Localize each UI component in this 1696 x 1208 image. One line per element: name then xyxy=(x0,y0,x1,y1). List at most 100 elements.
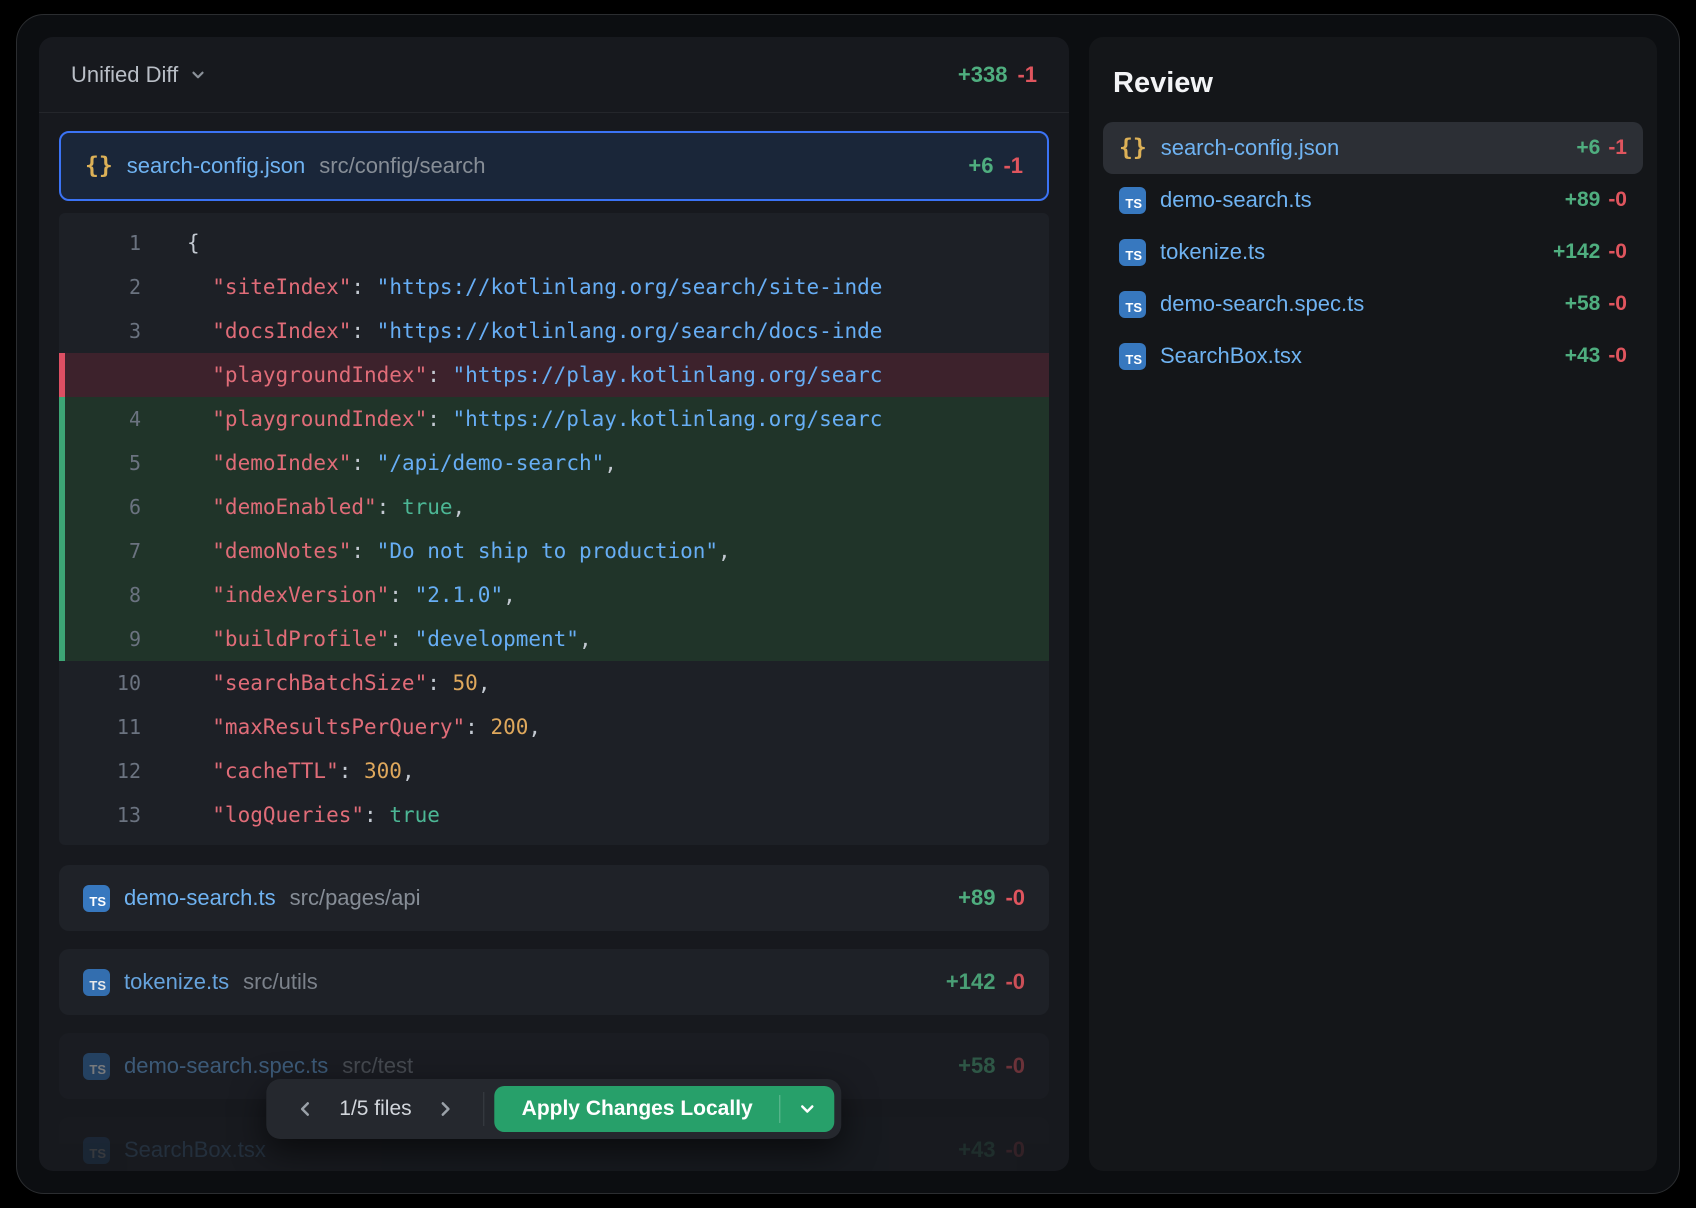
code-text: "buildProfile": "development", xyxy=(187,627,1049,651)
diff-body: {} search-config.json src/config/search … xyxy=(39,113,1069,1171)
file-diff-stats: +58-0 xyxy=(1565,292,1627,316)
code-text: "searchBatchSize": 50, xyxy=(187,671,1049,695)
code-text: "demoNotes": "Do not ship to production"… xyxy=(187,539,1049,563)
prev-file-button[interactable] xyxy=(283,1087,327,1131)
line-number: 8 xyxy=(59,583,187,607)
file-row[interactable]: TStokenize.tssrc/utils+142-0 xyxy=(59,949,1049,1015)
file-info: TS demo-search.ts xyxy=(1119,187,1312,214)
code-text: "indexVersion": "2.1.0", xyxy=(187,583,1049,607)
file-info: TSdemo-search.spec.tssrc/test xyxy=(83,1053,413,1080)
line-number: 12 xyxy=(59,759,187,783)
apply-changes-button-group: Apply Changes Locally xyxy=(495,1086,835,1132)
line-number: 7 xyxy=(59,539,187,563)
file-removed: -0 xyxy=(1608,240,1627,264)
action-bar-divider xyxy=(484,1092,485,1126)
typescript-icon: TS xyxy=(1119,187,1146,214)
typescript-icon: TS xyxy=(83,1137,110,1164)
code-text: "maxResultsPerQuery": 200, xyxy=(187,715,1049,739)
file-added: +6 xyxy=(968,153,993,179)
file-diff-stats: +43-0 xyxy=(958,1137,1025,1163)
apply-changes-button[interactable]: Apply Changes Locally xyxy=(495,1086,780,1132)
file-removed: -0 xyxy=(1608,344,1627,368)
line-number: 6 xyxy=(59,495,187,519)
code-text: { xyxy=(187,231,1049,255)
total-added: +338 xyxy=(958,62,1008,88)
review-file-list: {}search-config.json+6-1TSdemo-search.ts… xyxy=(1103,122,1643,382)
typescript-icon: TS xyxy=(1119,343,1146,370)
file-removed: -1 xyxy=(1003,153,1023,179)
diff-line: 10 "searchBatchSize": 50, xyxy=(59,661,1049,705)
file-name: SearchBox.tsx xyxy=(1160,343,1302,369)
review-file-item[interactable]: {}search-config.json+6-1 xyxy=(1103,122,1643,174)
diff-line: 12 "cacheTTL": 300, xyxy=(59,749,1049,793)
file-path: src/utils xyxy=(243,969,318,995)
code-text: "siteIndex": "https://kotlinlang.org/sea… xyxy=(187,275,1049,299)
line-number: 10 xyxy=(59,671,187,695)
json-braces-icon: {} xyxy=(85,153,113,179)
diff-line: 13 "logQueries": true xyxy=(59,793,1049,837)
diff-line: 4 "playgroundIndex": "https://play.kotli… xyxy=(59,397,1049,441)
file-diff-stats: +6-1 xyxy=(1576,136,1627,160)
file-name: demo-search.spec.ts xyxy=(124,1053,328,1079)
file-added: +58 xyxy=(958,1053,995,1079)
code-text: "logQueries": true xyxy=(187,803,1049,827)
diff-line: 5 "demoIndex": "/api/demo-search", xyxy=(59,441,1049,485)
file-path: src/config/search xyxy=(319,153,485,179)
file-diff-stats: +58-0 xyxy=(958,1053,1025,1079)
diff-line: 2 "siteIndex": "https://kotlinlang.org/s… xyxy=(59,265,1049,309)
line-number: 1 xyxy=(59,231,187,255)
line-number: 9 xyxy=(59,627,187,651)
file-removed: -0 xyxy=(1005,885,1025,911)
file-name: demo-search.spec.ts xyxy=(1160,291,1364,317)
diff-line: 6 "demoEnabled": true, xyxy=(59,485,1049,529)
diff-line: 1{ xyxy=(59,221,1049,265)
next-file-button[interactable] xyxy=(424,1087,468,1131)
file-diff-stats: +6 -1 xyxy=(968,153,1023,179)
typescript-icon: TS xyxy=(83,969,110,996)
diff-line: 9 "buildProfile": "development", xyxy=(59,617,1049,661)
file-name: search-config.json xyxy=(1161,135,1340,161)
file-added: +6 xyxy=(1576,136,1600,160)
apply-options-dropdown[interactable] xyxy=(781,1086,835,1132)
chevron-left-icon xyxy=(295,1099,315,1119)
file-info: TSdemo-search.tssrc/pages/api xyxy=(83,885,420,912)
total-diff-stats: +338 -1 xyxy=(958,62,1037,88)
file-added: +43 xyxy=(1565,344,1601,368)
file-name: tokenize.ts xyxy=(124,969,229,995)
file-info: TS tokenize.ts src/utils xyxy=(83,969,318,996)
diff-header: Unified Diff +338 -1 xyxy=(39,37,1069,113)
file-info: TS SearchBox.tsx xyxy=(83,1137,266,1164)
file-diff-stats: +89-0 xyxy=(958,885,1025,911)
review-file-item[interactable]: TSdemo-search.ts+89-0 xyxy=(1103,174,1643,226)
review-file-item[interactable]: TS demo-search.spec.ts +58-0 xyxy=(1103,278,1643,330)
file-name: demo-search.ts xyxy=(1160,187,1312,213)
file-removed: -0 xyxy=(1005,1137,1025,1163)
review-file-item[interactable]: TS SearchBox.tsx +43 -0 xyxy=(1103,330,1643,382)
line-number: 5 xyxy=(59,451,187,475)
file-diff-stats: +142 -0 xyxy=(1553,240,1627,264)
code-text: "playgroundIndex": "https://play.kotlinl… xyxy=(187,363,1049,387)
view-mode-dropdown[interactable]: Unified Diff xyxy=(71,62,207,88)
review-panel: Review {}search-config.json+6-1TSdemo-se… xyxy=(1089,37,1657,1171)
file-removed: -0 xyxy=(1005,969,1025,995)
review-file-item[interactable]: TStokenize.ts +142 -0 xyxy=(1103,226,1643,278)
file-pager-label: 1/5 files xyxy=(331,1097,419,1121)
file-info: TStokenize.ts xyxy=(1119,239,1265,266)
diff-line: 8 "indexVersion": "2.1.0", xyxy=(59,573,1049,617)
chevron-down-icon xyxy=(189,66,207,84)
line-number: 13 xyxy=(59,803,187,827)
diff-line: 3 "docsIndex": "https://kotlinlang.org/s… xyxy=(59,309,1049,353)
file-path: src/pages/api xyxy=(290,885,421,911)
typescript-icon: TS xyxy=(1119,291,1146,318)
file-name: SearchBox.tsx xyxy=(124,1137,266,1163)
file-added: +142 xyxy=(1553,240,1600,264)
review-title: Review xyxy=(1113,67,1633,100)
file-name: demo-search.ts xyxy=(124,885,276,911)
file-removed: -0 xyxy=(1608,292,1627,316)
code-text: "playgroundIndex": "https://play.kotlinl… xyxy=(187,407,1049,431)
chevron-right-icon xyxy=(436,1099,456,1119)
diff-panel: Unified Diff +338 -1 {} search-config.js… xyxy=(39,37,1069,1171)
code-text: "docsIndex": "https://kotlinlang.org/sea… xyxy=(187,319,1049,343)
file-row[interactable]: TSdemo-search.tssrc/pages/api+89-0 xyxy=(59,865,1049,931)
selected-file-card[interactable]: {} search-config.json src/config/search … xyxy=(59,131,1049,201)
